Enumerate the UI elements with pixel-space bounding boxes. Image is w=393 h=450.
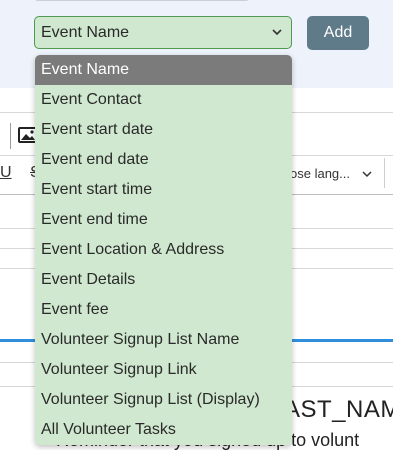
- field-select-value: Event Name: [41, 24, 130, 41]
- toolbar-separator: [384, 158, 385, 188]
- underline-button[interactable]: U: [0, 164, 12, 182]
- add-button[interactable]: Add: [307, 16, 369, 50]
- dropdown-option[interactable]: Event start date: [35, 115, 292, 145]
- page: Event Name Add U S ose lang... AST_NAME …: [0, 0, 393, 450]
- field-select[interactable]: Event Name: [34, 16, 292, 49]
- dropdown-option[interactable]: Event start time: [35, 175, 292, 205]
- language-select[interactable]: ose lang...: [290, 160, 374, 188]
- dropdown-option[interactable]: Volunteer Signup List (Display): [35, 385, 292, 415]
- dropdown-option[interactable]: Volunteer Signup List Name: [35, 325, 292, 355]
- dropdown-option[interactable]: Event Details: [35, 265, 292, 295]
- email-body-heading: AST_NAME: [284, 396, 393, 423]
- dropdown-option[interactable]: Event Name: [35, 55, 292, 85]
- dropdown-option[interactable]: Event Contact: [35, 85, 292, 115]
- dropdown-option[interactable]: Event Location & Address: [35, 235, 292, 265]
- dropdown-option[interactable]: Event fee: [35, 295, 292, 325]
- field-dropdown-list: Event Name Event Contact Event start dat…: [35, 55, 292, 445]
- dropdown-option[interactable]: All Volunteer Tasks: [35, 415, 292, 445]
- dropdown-option[interactable]: Event end date: [35, 145, 292, 175]
- language-select-value: ose lang...: [290, 166, 350, 181]
- top-input-field[interactable]: [34, 0, 250, 1]
- chevron-down-icon: [362, 171, 372, 178]
- toolbar-separator: [10, 123, 11, 149]
- dropdown-option[interactable]: Event end time: [35, 205, 292, 235]
- chevron-down-icon: [272, 29, 282, 36]
- dropdown-option[interactable]: Volunteer Signup Link: [35, 355, 292, 385]
